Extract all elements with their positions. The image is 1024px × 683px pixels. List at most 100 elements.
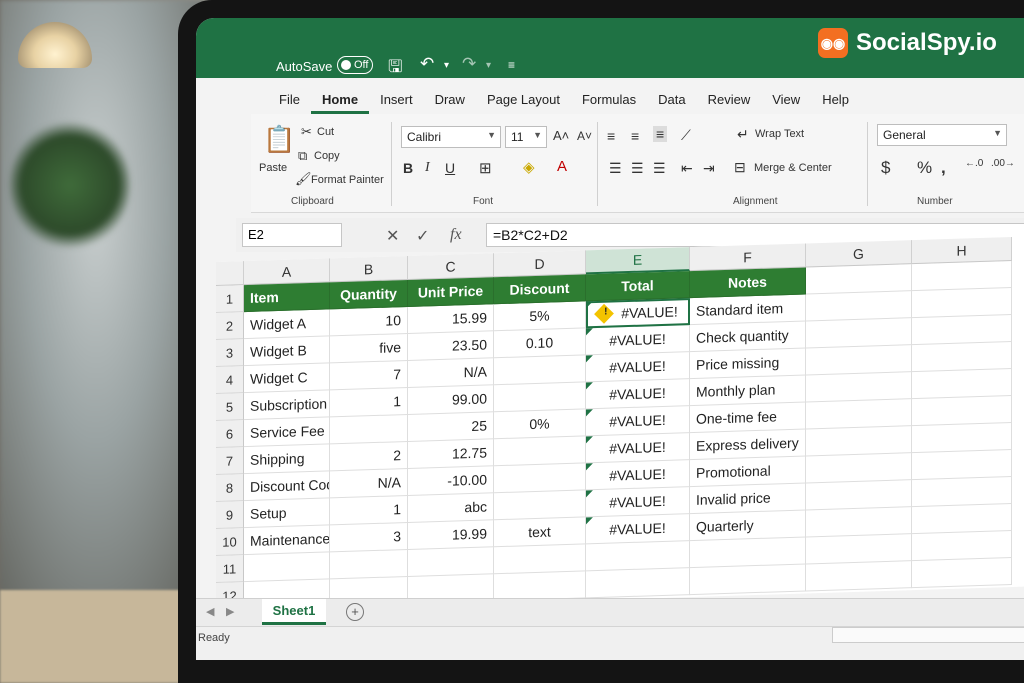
cell-h3[interactable] (912, 314, 1012, 346)
increase-decimal-icon[interactable]: ←.0 (965, 158, 983, 169)
header-cell-a[interactable]: Item (244, 282, 330, 313)
cell-c10[interactable]: 19.99 (408, 520, 494, 550)
column-header-f[interactable]: F (690, 243, 806, 272)
bold-icon[interactable]: B (403, 160, 413, 176)
cell-e11[interactable] (586, 541, 690, 572)
cell-f2[interactable]: Standard item (690, 294, 806, 326)
fill-color-icon[interactable]: ◈ (523, 158, 535, 176)
sheet-tab-sheet1[interactable]: Sheet1 (262, 599, 326, 625)
cell-e4[interactable]: #VALUE! (586, 352, 690, 383)
add-sheet-icon[interactable]: + (346, 603, 364, 621)
redo-dropdown-icon[interactable]: ▾ (486, 60, 491, 71)
sheet-scroll-right-icon[interactable]: ▶ (226, 605, 234, 618)
align-top-icon[interactable]: ≡ (607, 128, 615, 144)
column-header-c[interactable]: C (408, 253, 494, 280)
cell-d8[interactable] (494, 463, 586, 494)
header-cell-e[interactable]: Total (586, 271, 690, 302)
cut-icon[interactable]: ✂ (301, 124, 312, 140)
cell-e3[interactable]: #VALUE! (586, 325, 690, 356)
borders-icon[interactable]: ⊞ (479, 159, 492, 177)
cell-g5[interactable] (806, 372, 912, 403)
cut-button[interactable]: Cut (317, 126, 334, 138)
cell-b5[interactable]: 1 (330, 387, 408, 418)
align-left-icon[interactable]: ☰ (609, 160, 622, 177)
autosave-toggle[interactable]: Off (337, 56, 373, 74)
cell-d7[interactable] (494, 436, 586, 467)
cell-c3[interactable]: 23.50 (408, 331, 494, 361)
cell-g8[interactable] (806, 453, 912, 484)
cell-d5[interactable] (494, 382, 586, 413)
cell-e8[interactable]: #VALUE! (586, 460, 690, 491)
cell-f12[interactable] (690, 564, 806, 596)
font-family-dropdown[interactable]: Calibri ▼ (401, 126, 501, 148)
cell-h9[interactable] (912, 476, 1012, 508)
cell-f3[interactable]: Check quantity (690, 321, 806, 353)
cell-h12[interactable] (912, 557, 1012, 589)
select-all-corner[interactable] (216, 261, 244, 286)
cell-h1[interactable] (912, 260, 1012, 292)
row-header-9[interactable]: 9 (216, 501, 244, 529)
column-header-h[interactable]: H (912, 236, 1012, 265)
row-header-3[interactable]: 3 (216, 339, 244, 367)
cell-h7[interactable] (912, 422, 1012, 454)
cell-d10[interactable]: text (494, 517, 586, 548)
cell-b4[interactable]: 7 (330, 360, 408, 391)
name-box[interactable]: E2 (242, 223, 342, 247)
cell-f4[interactable]: Price missing (690, 348, 806, 380)
cell-h8[interactable] (912, 449, 1012, 481)
warning-icon[interactable]: ! (594, 303, 615, 324)
column-header-d[interactable]: D (494, 250, 586, 278)
align-center-icon[interactable]: ☰ (631, 160, 644, 177)
column-header-b[interactable]: B (330, 255, 408, 283)
tab-review[interactable]: Review (697, 92, 762, 114)
cell-g11[interactable] (806, 534, 912, 565)
merge-center-icon[interactable]: ⊟ (734, 159, 746, 176)
cell-c2[interactable]: 15.99 (408, 304, 494, 334)
tab-data[interactable]: Data (647, 92, 696, 114)
cell-f9[interactable]: Invalid price (690, 483, 806, 515)
cell-g6[interactable] (806, 399, 912, 430)
cell-e9[interactable]: #VALUE! (586, 487, 690, 518)
cell-c11[interactable] (408, 547, 494, 577)
cell-b10[interactable]: 3 (330, 522, 408, 553)
cell-h4[interactable] (912, 341, 1012, 373)
row-header-7[interactable]: 7 (216, 447, 244, 475)
wrap-text-icon[interactable]: ↵ (737, 126, 749, 143)
header-cell-f[interactable]: Notes (690, 267, 806, 299)
undo-dropdown-icon[interactable]: ▾ (444, 60, 449, 71)
cell-f10[interactable]: Quarterly (690, 510, 806, 542)
decrease-font-icon[interactable]: A˅ (577, 129, 592, 143)
cell-a5[interactable]: Subscription (244, 390, 330, 421)
paste-icon[interactable]: 📋 (263, 124, 295, 155)
cell-f11[interactable] (690, 537, 806, 569)
cell-a11[interactable] (244, 552, 330, 583)
cell-b3[interactable]: five (330, 333, 408, 364)
cell-c9[interactable]: abc (408, 493, 494, 523)
redo-icon[interactable]: ↷ (462, 54, 476, 74)
cell-d12[interactable] (494, 571, 586, 602)
align-right-icon[interactable]: ☰ (653, 160, 666, 177)
cell-e7[interactable]: #VALUE! (586, 433, 690, 464)
insert-function-icon[interactable]: fx (450, 226, 462, 244)
save-icon[interactable]: 🖫 (388, 54, 402, 83)
tab-draw[interactable]: Draw (424, 92, 476, 114)
cell-g3[interactable] (806, 318, 912, 349)
cell-g2[interactable] (806, 291, 912, 322)
cell-d9[interactable] (494, 490, 586, 521)
increase-indent-icon[interactable]: ⇥ (703, 160, 715, 177)
tab-page-layout[interactable]: Page Layout (476, 92, 571, 114)
paste-button[interactable]: Paste (259, 162, 287, 174)
tab-help[interactable]: Help (811, 92, 860, 114)
header-cell-c[interactable]: Unit Price (408, 277, 494, 307)
undo-icon[interactable]: ↶ (420, 54, 434, 74)
column-header-g[interactable]: G (806, 240, 912, 268)
row-header-2[interactable]: 2 (216, 312, 244, 340)
tab-home[interactable]: Home (310, 92, 370, 114)
cell-e5[interactable]: #VALUE! (586, 379, 690, 410)
cell-b7[interactable]: 2 (330, 441, 408, 472)
font-color-icon[interactable]: A (557, 158, 567, 175)
decrease-indent-icon[interactable]: ⇤ (681, 160, 693, 177)
cell-e12[interactable] (586, 568, 690, 599)
cell-c8[interactable]: -10.00 (408, 466, 494, 496)
cell-c6[interactable]: 25 (408, 412, 494, 442)
